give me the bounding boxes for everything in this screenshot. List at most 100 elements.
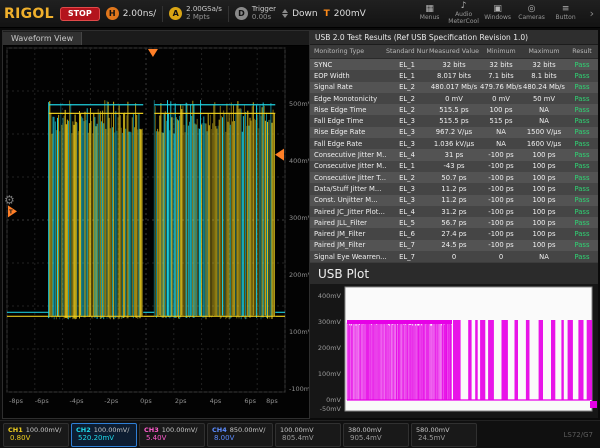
cell-measured-value: 31 ps bbox=[444, 151, 464, 160]
cell-monitoring-type: Paired JLL_Filter bbox=[314, 218, 367, 227]
cell-maximum: 50 mV bbox=[532, 94, 556, 103]
cell-minimum: NA bbox=[496, 128, 506, 137]
table-row[interactable]: Rise Edge Rate EL_3 967.2 V/μs NA 1500 V/μs P… bbox=[310, 126, 598, 139]
table-row[interactable]: Paired JC_Jitter Plot... EL_4 31.2 ps -100 … bbox=[310, 205, 598, 218]
cell-minimum: -100 ps bbox=[488, 162, 514, 171]
svg-text:-100mV: -100mV bbox=[289, 385, 309, 393]
stop-button[interactable]: STOP bbox=[59, 6, 100, 21]
table-row[interactable]: Const. Unjitter M... EL_3 11.2 ps -100 ps 10… bbox=[310, 194, 598, 206]
table-row[interactable]: Fall Edge Time EL_3 515.5 ps 515 ps NA Pass bbox=[310, 115, 598, 127]
column-header-maximum: Maximum bbox=[528, 48, 560, 55]
cell-standard-number: EL_3 bbox=[399, 139, 415, 148]
topbar-button-label: Audio MeterCool bbox=[448, 11, 479, 25]
topbar-button-windows[interactable]: ▣ Windows bbox=[482, 1, 514, 27]
column-header-standard-number: Standard Number bbox=[386, 48, 428, 55]
topbar-button-button[interactable]: ≡ Button bbox=[550, 1, 582, 27]
cell-maximum: 100 ps bbox=[532, 218, 556, 227]
cell-monitoring-type: Const. Unjitter M... bbox=[314, 196, 378, 205]
menus-icon: ▦ bbox=[425, 4, 434, 15]
channel-box-ch3[interactable]: CH3 100.00mV/5.40V bbox=[139, 422, 205, 447]
cell-measured-value: -43 ps bbox=[443, 162, 465, 171]
channel-label: CH2 bbox=[76, 426, 91, 435]
channel-box-ch4[interactable]: CH4 850.00mV/8.00V bbox=[207, 422, 273, 447]
table-row[interactable]: Signal Eye Wearren... EL_7 0 0 NA Pass bbox=[310, 251, 598, 263]
cell-maximum: 1500 V/μs bbox=[526, 128, 562, 137]
waveform-display[interactable]: T 500mV 400mV 300mV 200mV 100mV -100mV -8ps -6ps… bbox=[3, 46, 315, 418]
cell-standard-number: EL_2 bbox=[399, 94, 415, 103]
svg-text:-2ps: -2ps bbox=[104, 397, 119, 405]
cell-result: Pass bbox=[574, 151, 590, 160]
trigger-level-group[interactable]: T 200mV bbox=[324, 9, 366, 19]
table-row[interactable]: Paired JLL_Filter EL_5 56.7 ps -100 ps 100 p… bbox=[310, 217, 598, 229]
channel-offset: 8.00V bbox=[214, 433, 235, 442]
trigger-slope-group[interactable]: Down bbox=[282, 9, 318, 19]
cell-minimum: 0 mV bbox=[492, 94, 510, 103]
corner-watermark: LS72/G7 bbox=[563, 430, 594, 439]
oscilloscope-screen: RIGOL STOP H 2.00ns/ A 2.00GSa/s 2 Mpts … bbox=[0, 0, 600, 448]
svg-text:200mV: 200mV bbox=[318, 344, 342, 352]
usb-plot-display[interactable]: 400mV 300mV 200mV 100mV 0mV -50mV bbox=[310, 284, 598, 418]
table-row[interactable]: Rise Edge Time EL_2 515.5 ps 100 ps NA Pass bbox=[310, 104, 598, 116]
trigger-position-group[interactable]: D Trigger 0.00s bbox=[234, 5, 276, 21]
channel-scale: 580.00mV bbox=[416, 426, 450, 435]
cell-monitoring-type: Signal Rate bbox=[314, 83, 353, 92]
cell-measured-value: 480.017 Mb/s bbox=[430, 83, 478, 92]
topbar-button-audio-metercool[interactable]: ♪ Audio MeterCool bbox=[448, 1, 480, 27]
column-header-monitoring-type: Monitoring Type bbox=[314, 48, 365, 55]
table-row[interactable]: Paired JM_Filter EL_7 24.5 ps -100 ps 100 ps… bbox=[310, 239, 598, 252]
channel-scale: 380.00mV bbox=[348, 426, 382, 435]
channel-offset: 805.4mV bbox=[282, 433, 314, 442]
table-row[interactable]: Fall Edge Rate EL_3 1.036 kV/μs NA 1600 V/μs… bbox=[310, 138, 598, 150]
topbar-button-menus[interactable]: ▦ Menus bbox=[414, 1, 446, 27]
channel-offset: 0.80V bbox=[10, 433, 31, 442]
expand-chevron-icon[interactable]: › bbox=[588, 7, 596, 20]
table-row[interactable]: Consecutive Jitter M... EL_4 31 ps -100 ps 1… bbox=[310, 149, 598, 161]
cell-minimum: -100 ps bbox=[488, 151, 514, 160]
trigger-level-value: 200mV bbox=[333, 8, 366, 19]
usb-table-title: USB 2.0 Test Results (Ref USB Specificat… bbox=[310, 30, 598, 45]
acquisition-group[interactable]: A 2.00GSa/s 2 Mpts bbox=[169, 5, 222, 21]
topbar-button-label: Button bbox=[555, 14, 576, 22]
waveform-view-tab[interactable]: Waveform View bbox=[3, 31, 83, 45]
channel-box-ch2[interactable]: CH2 100.00mV/520.20mV bbox=[71, 422, 137, 447]
table-row[interactable]: Consecutive Jitter T... EL_2 50.7 ps -100 p… bbox=[310, 171, 598, 184]
channel-scale: 850.00mV/ bbox=[229, 426, 266, 435]
topbar-button-cameras[interactable]: ◎ Cameras bbox=[516, 1, 548, 27]
topbar-button-label: Menus bbox=[419, 14, 440, 22]
top-toolbar: RIGOL STOP H 2.00ns/ A 2.00GSa/s 2 Mpts … bbox=[0, 0, 600, 28]
table-row[interactable]: Edge Monotonicity EL_2 0 mV 0 mV 50 mV Pass bbox=[310, 92, 598, 105]
usb-table-header: Monitoring Type Standard NumberMeasured V… bbox=[310, 45, 598, 59]
cell-result: Pass bbox=[574, 139, 590, 148]
table-row[interactable]: Signal Rate EL_2 480.017 Mb/s 479.76 Mb/s 48… bbox=[310, 81, 598, 93]
svg-text:200mV: 200mV bbox=[289, 271, 309, 279]
cell-minimum: -100 ps bbox=[488, 184, 514, 193]
channel-scale: 100.00mV bbox=[280, 426, 314, 435]
table-row[interactable]: Paired JM_Filter EL_6 27.4 ps -100 ps 100 ps… bbox=[310, 228, 598, 240]
svg-text:6ps: 6ps bbox=[244, 397, 256, 405]
settings-gear-icon[interactable]: ⚙ bbox=[4, 194, 15, 206]
table-row[interactable]: Consecutive Jitter M... EL_1 -43 ps -100 ps… bbox=[310, 160, 598, 172]
cell-standard-number: EL_3 bbox=[399, 184, 415, 193]
cell-minimum: 7.1 bits bbox=[488, 71, 514, 80]
svg-text:500mV: 500mV bbox=[289, 100, 309, 108]
measure-box-6[interactable]: 380.00mV 905.4mV bbox=[343, 422, 409, 447]
cell-result: Pass bbox=[574, 94, 590, 103]
cell-maximum: NA bbox=[539, 105, 549, 114]
horizontal-scale-group[interactable]: H 2.00ns/ bbox=[105, 7, 156, 20]
channel-box-ch1[interactable]: CH1 100.00mV/0.80V bbox=[3, 422, 69, 447]
cell-maximum: 100 ps bbox=[532, 230, 556, 239]
table-row[interactable]: SYNC EL_1 32 bits 32 bits 32 bits Pass bbox=[310, 59, 598, 71]
channel-label: CH3 bbox=[144, 426, 159, 435]
channel-offset: 5.40V bbox=[146, 433, 167, 442]
table-row[interactable]: Data/Stuff Jitter M... EL_3 11.2 ps -100 ps… bbox=[310, 183, 598, 195]
trigger-source: T bbox=[323, 8, 330, 19]
table-row[interactable]: EOP Width EL_1 8.017 bits 7.1 bits 8.1 bits P… bbox=[310, 70, 598, 82]
cell-maximum: 8.1 bits bbox=[531, 71, 557, 80]
measure-box-7[interactable]: 580.00mV 24.5mV bbox=[411, 422, 477, 447]
usb-plot-svg: 400mV 300mV 200mV 100mV 0mV-50mV bbox=[318, 286, 593, 413]
measure-box-5[interactable]: 100.00mV 805.4mV bbox=[275, 422, 341, 447]
cell-result: Pass bbox=[574, 105, 590, 114]
plot-cursor-handle[interactable] bbox=[590, 401, 597, 408]
channel-status-bar: CH1 100.00mV/0.80V CH2 100.00mV/520.20mV CH3… bbox=[0, 420, 600, 448]
cell-measured-value: 31.2 ps bbox=[441, 207, 467, 216]
